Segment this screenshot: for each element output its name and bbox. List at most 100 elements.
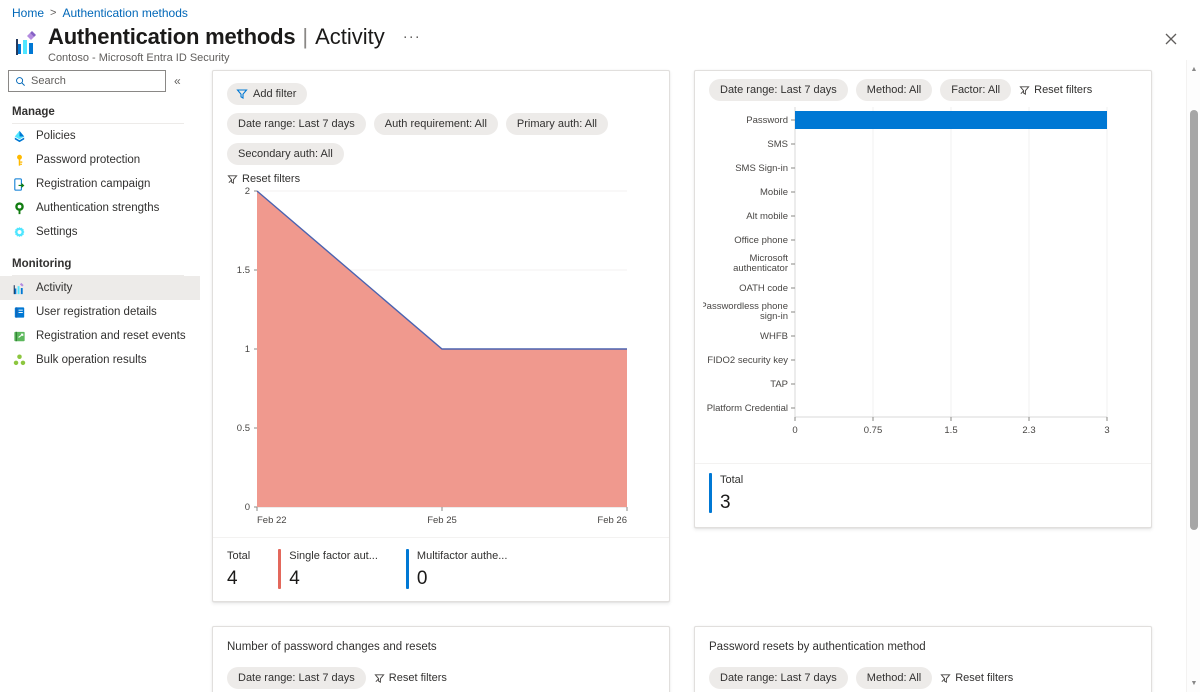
methods-kpi-strip: Total 3: [709, 473, 771, 513]
sidebar-item-label: Authentication strengths: [36, 202, 160, 214]
sidebar-item-settings[interactable]: Settings: [0, 220, 200, 244]
signins-card: Add filter Date range: Last 7 days Auth …: [212, 70, 670, 602]
page-header: Authentication methods | Activity ··· Co…: [12, 24, 421, 64]
sidebar-item-label: Policies: [36, 130, 76, 142]
more-options-button[interactable]: ···: [403, 29, 421, 44]
reset-filters-label: Reset filters: [955, 672, 1014, 684]
filter-pill-date-range[interactable]: Date range: Last 7 days: [227, 667, 366, 689]
kpi-color-swatch: [405, 549, 409, 589]
password-changes-card: Number of password changes and resets Da…: [212, 626, 670, 692]
add-filter-label: Add filter: [253, 88, 297, 100]
card-title: Password resets by authentication method: [709, 641, 926, 653]
kpi-divider: [695, 463, 1151, 464]
svg-text:Alt mobile: Alt mobile: [746, 211, 788, 222]
svg-text:Platform Credential: Platform Credential: [707, 403, 788, 414]
shield-icon: [12, 201, 27, 216]
breadcrumb-home[interactable]: Home: [12, 6, 44, 20]
sidebar-item-authentication-strengths[interactable]: Authentication strengths: [0, 196, 200, 220]
sidebar-search-row: «: [0, 70, 200, 92]
svg-text:1.5: 1.5: [944, 425, 957, 436]
svg-text:1.5: 1.5: [237, 265, 250, 276]
filter-pill-date-range[interactable]: Date range: Last 7 days: [227, 113, 366, 135]
title-pipe: |: [302, 24, 309, 49]
svg-text:OATH code: OATH code: [739, 283, 788, 294]
kpi-color-swatch: [278, 549, 282, 589]
kpi-total: Total 3: [709, 473, 743, 513]
signins-active-filters: Date range: Last 7 days Auth requirement…: [213, 105, 669, 165]
reset-filter-icon: [374, 673, 385, 684]
svg-text:authenticator: authenticator: [733, 263, 788, 274]
reset-filters-button[interactable]: Reset filters: [1019, 84, 1092, 96]
policies-icon: [12, 129, 27, 144]
breadcrumb-separator: >: [50, 7, 57, 19]
kpi-value: 0: [416, 568, 428, 589]
kpi-value: 4: [289, 568, 300, 589]
filter-pill-method[interactable]: Method: All: [855, 667, 933, 689]
svg-text:Feb 26: Feb 26: [597, 515, 627, 526]
filter-pill-factor[interactable]: Factor: All: [940, 79, 1012, 101]
kpi-label: Total: [227, 550, 251, 562]
add-filter-button[interactable]: Add filter: [227, 83, 308, 105]
sidebar-item-bulk-operation-results[interactable]: Bulk operation results: [0, 348, 200, 372]
sidebar-item-user-registration-details[interactable]: User registration details: [0, 300, 200, 324]
svg-text:2: 2: [245, 186, 250, 197]
svg-text:TAP: TAP: [770, 379, 788, 390]
collapse-sidebar-button[interactable]: «: [174, 74, 181, 88]
reset-filters-button[interactable]: Reset filters: [940, 672, 1013, 684]
close-icon[interactable]: [1162, 30, 1180, 48]
scroll-down-icon[interactable]: ▼: [1187, 676, 1200, 690]
svg-text:Feb 25: Feb 25: [427, 515, 457, 526]
filter-pill-primary-auth[interactable]: Primary auth: All: [505, 113, 609, 135]
kpi-value: 4: [227, 568, 238, 589]
svg-text:SMS Sign-in: SMS Sign-in: [735, 163, 788, 174]
authentication-methods-icon: [12, 28, 42, 58]
filter-pill-date-range[interactable]: Date range: Last 7 days: [709, 79, 848, 101]
user-registration-icon: [12, 305, 27, 320]
svg-text:Office phone: Office phone: [734, 235, 788, 246]
search-box[interactable]: [8, 70, 166, 92]
sidebar-item-activity[interactable]: Activity: [0, 276, 200, 300]
methods-filter-row: Date range: Last 7 days Method: All Fact…: [695, 71, 1151, 101]
search-input[interactable]: [31, 75, 151, 87]
sidebar-item-label: Password protection: [36, 154, 141, 166]
filter-pill-secondary-auth[interactable]: Secondary auth: All: [227, 143, 344, 165]
sidebar-group-monitoring: Monitoring: [12, 258, 72, 270]
page-title: Authentication methods | Activity ···: [48, 24, 421, 50]
sidebar: « Manage Policies: [0, 70, 200, 372]
sidebar-item-registration-campaign[interactable]: Registration campaign: [0, 172, 200, 196]
signins-filter-row: Add filter: [213, 71, 669, 105]
svg-text:2.3: 2.3: [1022, 425, 1035, 436]
filter-pill-method[interactable]: Method: All: [855, 79, 933, 101]
svg-text:SMS: SMS: [767, 139, 788, 150]
sidebar-item-label: Bulk operation results: [36, 354, 147, 366]
kpi-color-swatch: [709, 473, 712, 513]
reset-filter-icon: [1019, 85, 1030, 96]
password-resets-card: Password resets by authentication method…: [694, 626, 1152, 692]
search-icon: [15, 76, 26, 87]
breadcrumb-authentication-methods[interactable]: Authentication methods: [62, 6, 187, 20]
filter-pill-auth-requirement[interactable]: Auth requirement: All: [373, 113, 498, 135]
scroll-up-icon[interactable]: ▲: [1187, 62, 1200, 76]
svg-text:WHFB: WHFB: [760, 331, 788, 342]
vertical-scrollbar[interactable]: ▲ ▼: [1186, 60, 1200, 692]
kpi-total: Total 4: [227, 549, 250, 589]
svg-text:Password: Password: [746, 115, 788, 126]
scrollbar-thumb[interactable]: [1190, 110, 1198, 530]
kpi-value: 3: [720, 492, 731, 513]
svg-text:3: 3: [1104, 425, 1109, 436]
signins-kpi-strip: Total 4 Single factor aut... 4 Multifact…: [227, 549, 535, 589]
reset-filters-label: Reset filters: [388, 672, 447, 684]
svg-text:FIDO2 security key: FIDO2 security key: [707, 355, 788, 366]
svg-text:sign-in: sign-in: [760, 311, 788, 322]
reset-filters-button[interactable]: Reset filters: [374, 672, 447, 684]
svg-text:Mobile: Mobile: [760, 187, 788, 198]
password-resets-filter-row: Date range: Last 7 days Method: All Rese…: [695, 653, 1151, 689]
sidebar-item-label: Registration campaign: [36, 178, 151, 190]
filter-icon: [236, 88, 248, 100]
signins-reset-row: Reset filters: [213, 165, 669, 185]
filter-pill-date-range[interactable]: Date range: Last 7 days: [709, 667, 848, 689]
sidebar-item-password-protection[interactable]: Password protection: [0, 148, 200, 172]
card-title: Number of password changes and resets: [227, 641, 437, 653]
sidebar-item-policies[interactable]: Policies: [0, 124, 200, 148]
sidebar-item-registration-and-reset-events[interactable]: Registration and reset events: [0, 324, 200, 348]
